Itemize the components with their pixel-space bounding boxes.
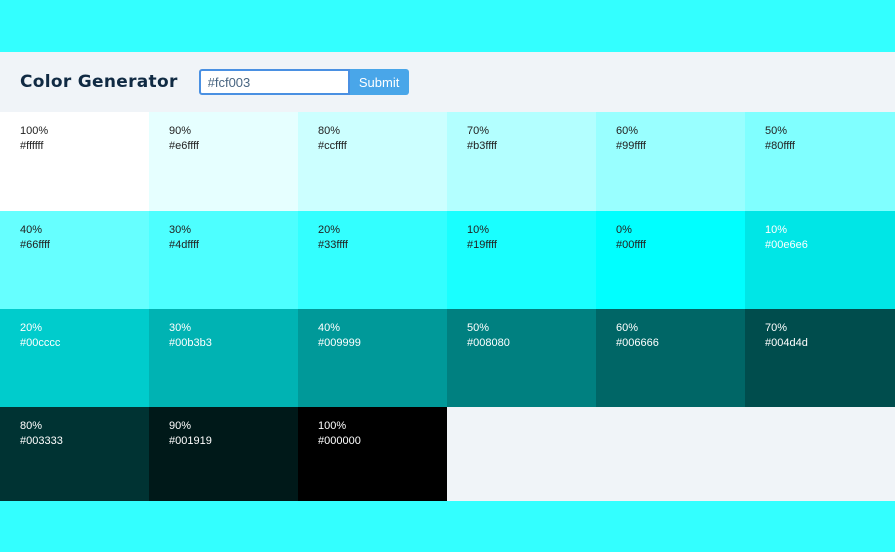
color-swatch[interactable]: 70% #b3ffff [447, 112, 596, 211]
swatch-hex: #99ffff [616, 140, 646, 152]
swatch-hex: #00ffff [616, 239, 646, 251]
header-bar: Color Generator Submit [0, 52, 895, 112]
color-swatch[interactable]: 90% #001919 [149, 407, 298, 501]
swatch-percent: 40% [318, 322, 341, 334]
swatch-percent: 70% [467, 125, 490, 137]
color-swatch[interactable]: 30% #4dffff [149, 211, 298, 309]
color-swatch[interactable]: 40% #66ffff [0, 211, 149, 309]
swatch-percent: 100% [20, 125, 49, 137]
page-title: Color Generator [20, 72, 178, 92]
swatch-percent: 60% [616, 125, 639, 137]
swatch-percent: 20% [20, 322, 43, 334]
color-swatch[interactable]: 80% #003333 [0, 407, 149, 501]
swatch-hex: #80ffff [765, 140, 795, 152]
swatch-percent: 80% [20, 420, 43, 432]
swatch-hex: #000000 [318, 435, 361, 447]
swatch-hex: #ffffff [20, 140, 44, 152]
swatch-percent: 50% [467, 322, 490, 334]
swatch-percent: 30% [169, 322, 192, 334]
swatch-hex: #e6ffff [169, 140, 199, 152]
color-swatch[interactable]: 0% #00ffff [596, 211, 745, 309]
submit-button[interactable]: Submit [349, 69, 409, 95]
swatch-hex: #00e6e6 [765, 239, 808, 251]
color-swatch[interactable]: 80% #ccffff [298, 112, 447, 211]
swatch-hex: #001919 [169, 435, 212, 447]
swatch-hex: #00cccc [20, 337, 61, 349]
color-swatch[interactable]: 70% #004d4d [745, 309, 895, 407]
swatch-percent: 100% [318, 420, 347, 432]
color-swatch[interactable]: 10% #19ffff [447, 211, 596, 309]
color-swatch[interactable]: 30% #00b3b3 [149, 309, 298, 407]
swatch-hex: #19ffff [467, 239, 497, 251]
color-swatch[interactable]: 60% #006666 [596, 309, 745, 407]
color-swatch[interactable]: 100% #ffffff [0, 112, 149, 211]
color-swatch[interactable]: 40% #009999 [298, 309, 447, 407]
swatch-percent: 10% [765, 224, 788, 236]
color-swatch[interactable]: 10% #00e6e6 [745, 211, 895, 309]
color-swatch[interactable]: 20% #00cccc [0, 309, 149, 407]
swatch-percent: 50% [765, 125, 788, 137]
color-swatch[interactable]: 20% #33ffff [298, 211, 447, 309]
swatch-hex: #008080 [467, 337, 510, 349]
color-swatch[interactable]: 100% #000000 [298, 407, 447, 501]
swatch-percent: 20% [318, 224, 341, 236]
color-swatch[interactable]: 50% #008080 [447, 309, 596, 407]
swatch-grid: 100% #ffffff 90% #e6ffff 80% #ccffff 70% #b3fff… [0, 112, 895, 501]
swatch-percent: 0% [616, 224, 632, 236]
swatch-percent: 30% [169, 224, 192, 236]
swatch-percent: 10% [467, 224, 490, 236]
swatch-percent: 60% [616, 322, 639, 334]
swatch-hex: #66ffff [20, 239, 50, 251]
swatch-hex: #006666 [616, 337, 659, 349]
color-swatch[interactable]: 50% #80ffff [745, 112, 895, 211]
swatch-hex: #003333 [20, 435, 63, 447]
color-input[interactable] [198, 69, 350, 95]
swatch-percent: 90% [169, 125, 192, 137]
swatch-percent: 90% [169, 420, 192, 432]
color-swatch[interactable]: 60% #99ffff [596, 112, 745, 211]
swatch-hex: #b3ffff [467, 140, 497, 152]
swatch-hex: #4dffff [169, 239, 199, 251]
swatch-hex: #00b3b3 [169, 337, 212, 349]
swatch-hex: #004d4d [765, 337, 808, 349]
swatch-percent: 70% [765, 322, 788, 334]
swatch-percent: 40% [20, 224, 43, 236]
color-form: Submit [198, 69, 409, 95]
swatch-hex: #009999 [318, 337, 361, 349]
swatch-hex: #ccffff [318, 140, 347, 152]
color-swatch[interactable]: 90% #e6ffff [149, 112, 298, 211]
swatch-percent: 80% [318, 125, 341, 137]
swatch-hex: #33ffff [318, 239, 348, 251]
